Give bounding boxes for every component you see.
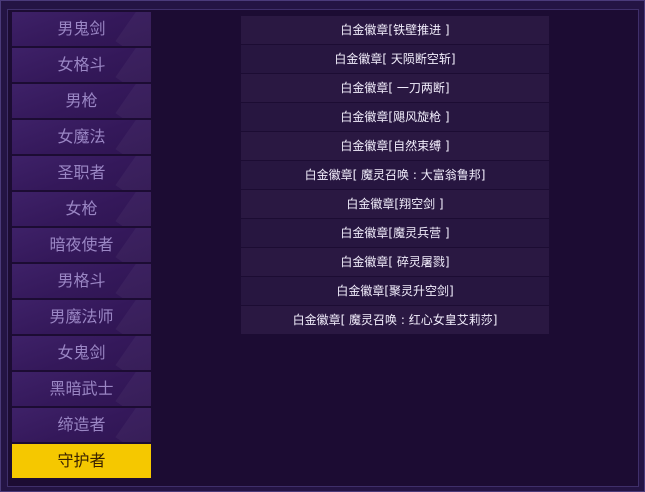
list-item[interactable]: 白金徽章[ 天陨断空斩] (241, 45, 549, 73)
class-sidebar: 男鬼剑 女格斗 男枪 女魔法 圣职者 女枪 暗夜使者 男格斗 男魔法师 女鬼剑 … (12, 12, 152, 480)
badge-list: 白金徽章[铁壁推进 ] 白金徽章[ 天陨断空斩] 白金徽章[ 一刀两断] 白金徽… (241, 16, 549, 335)
sidebar-item-female-slayer[interactable]: 女鬼剑 (12, 336, 151, 370)
sidebar-item-male-fighter[interactable]: 男格斗 (12, 264, 151, 298)
list-item[interactable]: 白金徽章[ 一刀两断] (241, 74, 549, 102)
sidebar-item-male-gunner[interactable]: 男枪 (12, 84, 151, 118)
list-item[interactable]: 白金徽章[聚灵升空剑] (241, 277, 549, 305)
list-item[interactable]: 白金徽章[自然束缚 ] (241, 132, 549, 160)
list-item[interactable]: 白金徽章[ 魔灵召唤 : 红心女皇艾莉莎] (241, 306, 549, 334)
list-item[interactable]: 白金徽章[魔灵兵营 ] (241, 219, 549, 247)
sidebar-item-male-slayer[interactable]: 男鬼剑 (12, 12, 151, 46)
list-item[interactable]: 白金徽章[铁壁推进 ] (241, 16, 549, 44)
list-item[interactable]: 白金徽章[翔空剑 ] (241, 190, 549, 218)
sidebar-item-knight[interactable]: 守护者 (12, 444, 151, 478)
sidebar-item-priest[interactable]: 圣职者 (12, 156, 151, 190)
sidebar-item-female-mage[interactable]: 女魔法 (12, 120, 151, 154)
list-item[interactable]: 白金徽章[ 魔灵召唤 : 大富翁鲁邦] (241, 161, 549, 189)
list-item[interactable]: 白金徽章[飓风旋枪 ] (241, 103, 549, 131)
sidebar-item-female-gunner[interactable]: 女枪 (12, 192, 151, 226)
sidebar-item-creator[interactable]: 缔造者 (12, 408, 151, 442)
sidebar-item-male-mage[interactable]: 男魔法师 (12, 300, 151, 334)
sidebar-item-dark-knight[interactable]: 黑暗武士 (12, 372, 151, 406)
list-item[interactable]: 白金徽章[ 碎灵屠戮] (241, 248, 549, 276)
sidebar-item-female-fighter[interactable]: 女格斗 (12, 48, 151, 82)
sidebar-item-thief[interactable]: 暗夜使者 (12, 228, 151, 262)
